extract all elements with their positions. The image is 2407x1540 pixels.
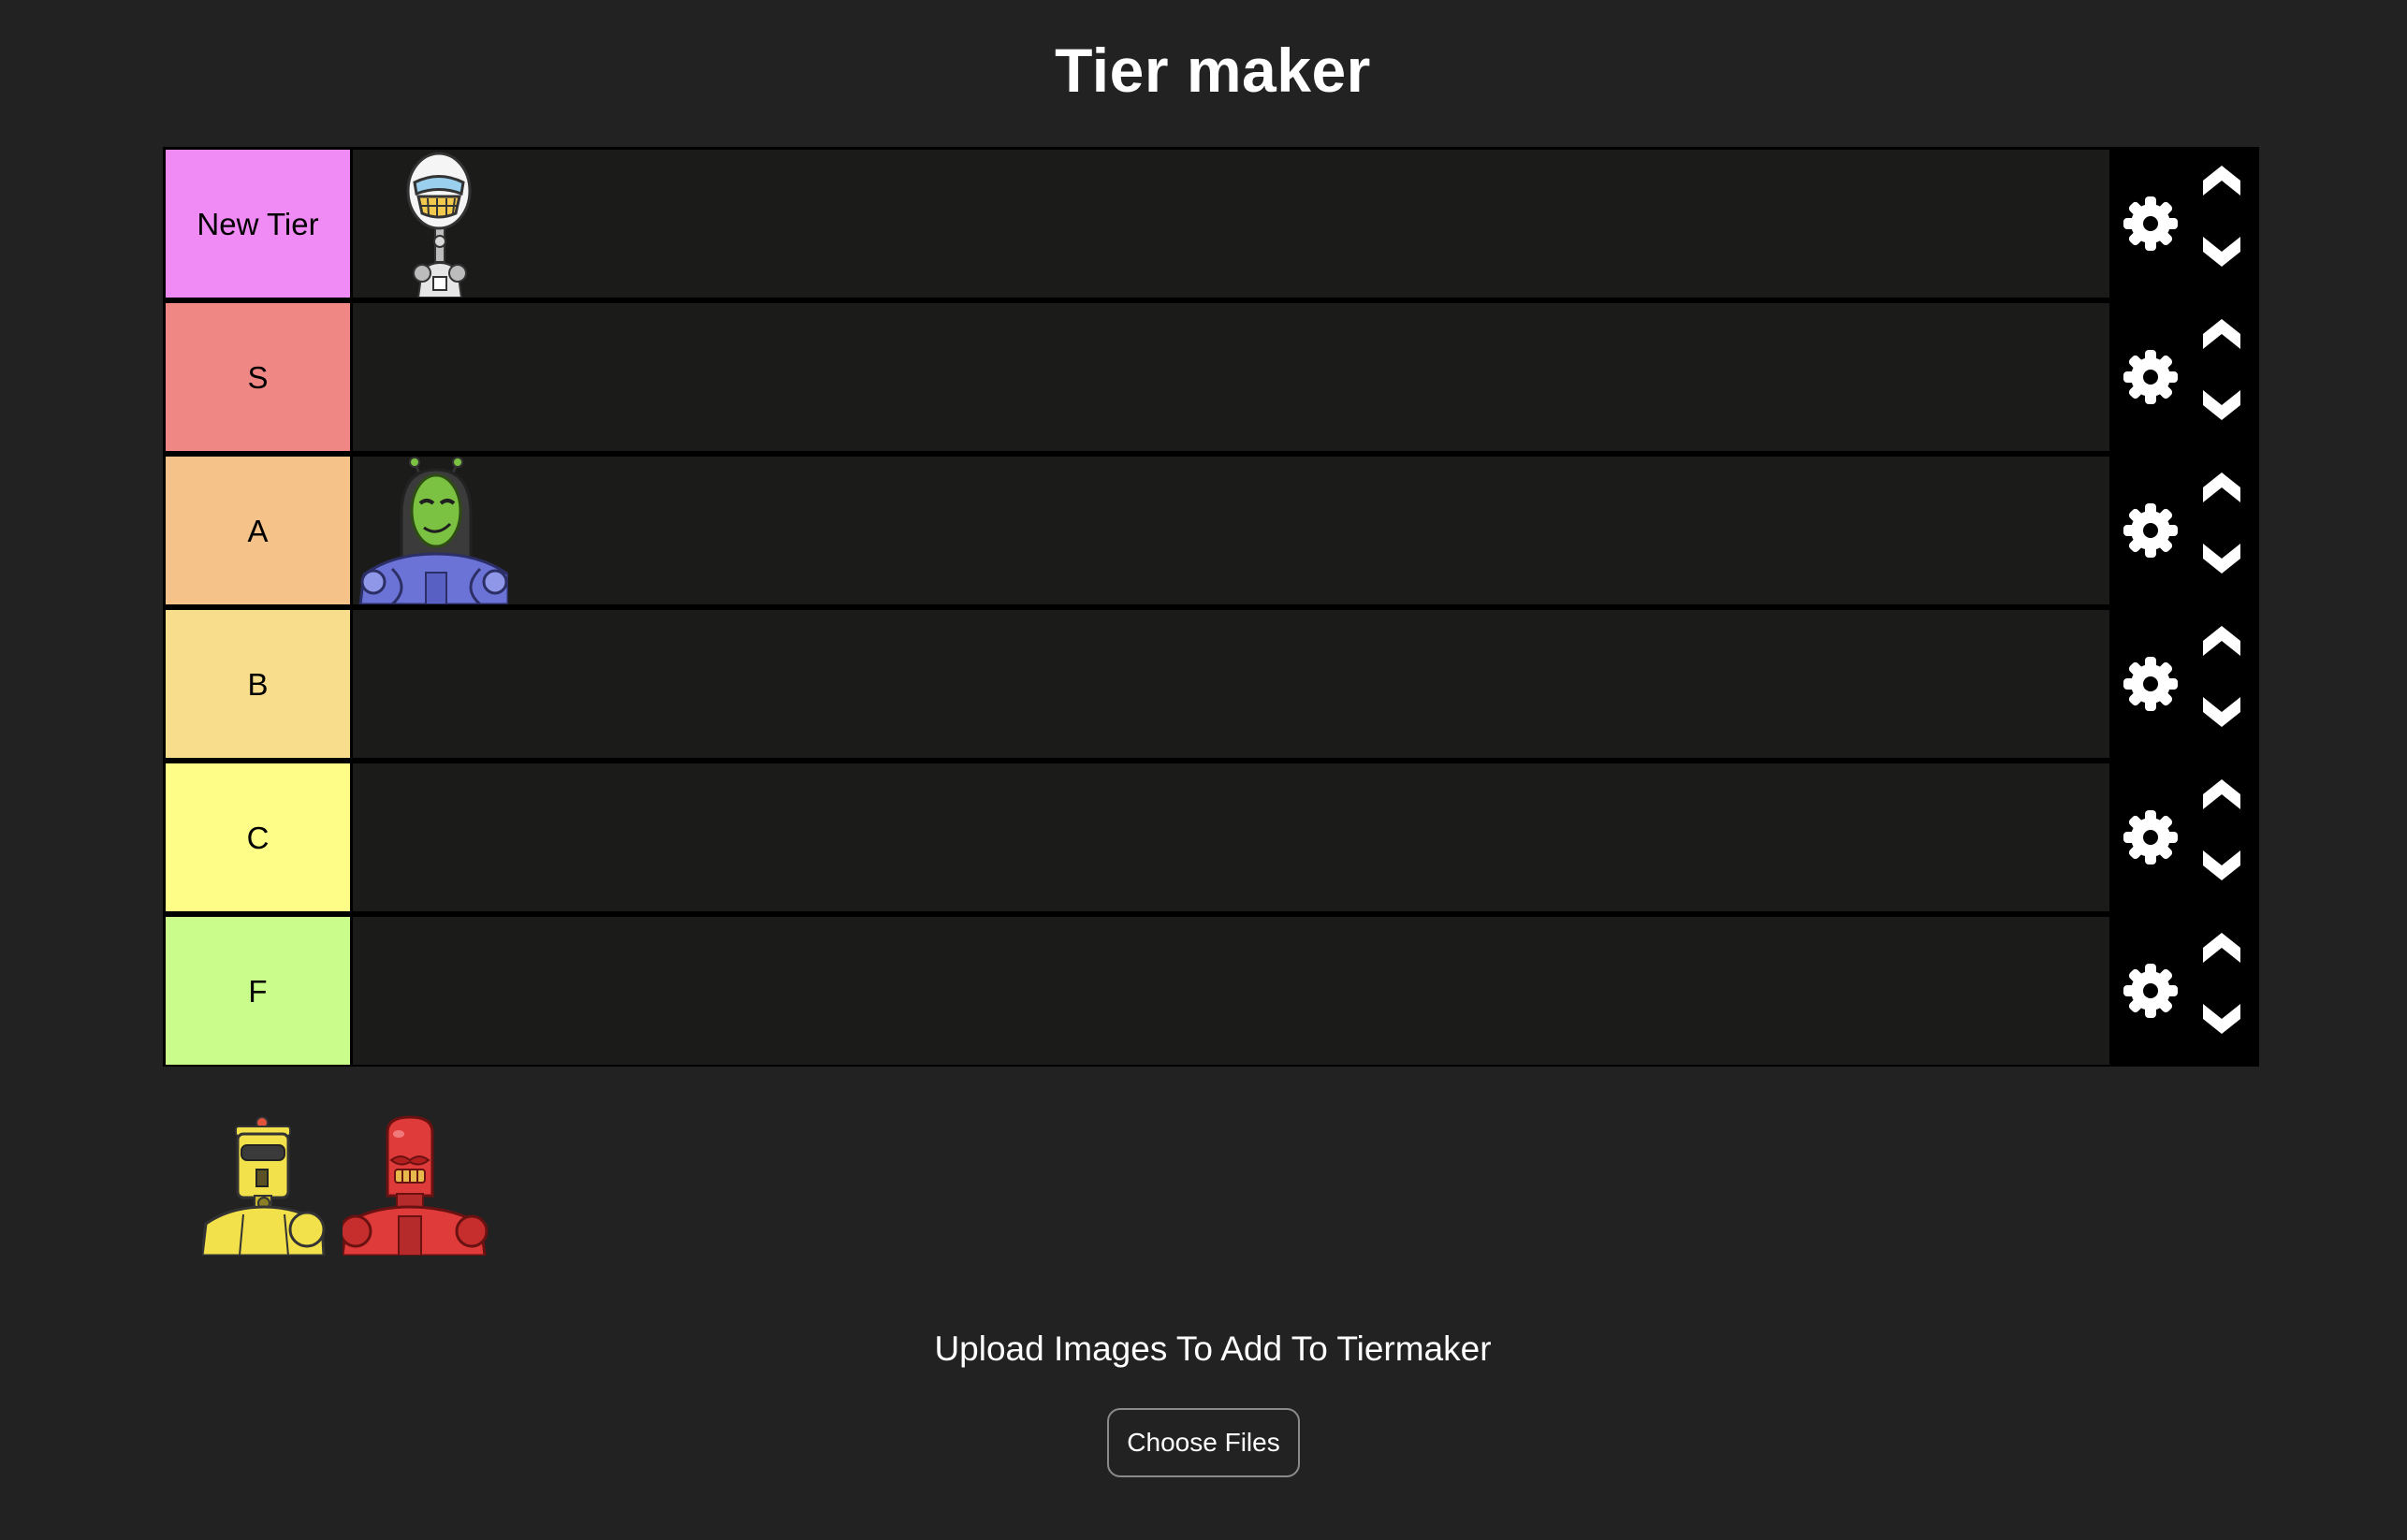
tier-row-s: S: [163, 300, 2259, 451]
chevron-up-icon[interactable]: [2201, 624, 2242, 661]
tier-controls-f: [2109, 914, 2259, 1068]
chevron-down-icon[interactable]: [2201, 385, 2242, 422]
tier-label-b[interactable]: B: [166, 610, 350, 758]
chevron-up-icon[interactable]: [2201, 164, 2242, 201]
chevron-down-icon[interactable]: [2201, 538, 2242, 575]
white-egg-robot-image[interactable]: [362, 150, 516, 298]
page-title: Tier maker: [1055, 36, 1371, 105]
tier-dropzone-a[interactable]: [353, 457, 2109, 604]
tier-dropzone-new-tier[interactable]: [353, 150, 2109, 298]
tier-dropzone-f[interactable]: [353, 917, 2109, 1065]
unranked-image-pool[interactable]: [163, 1113, 2259, 1256]
choose-files-button[interactable]: Choose Files: [1107, 1408, 1300, 1477]
tier-row-f: F: [163, 914, 2259, 1065]
tier-row-b: B: [163, 607, 2259, 758]
tier-dropzone-s[interactable]: [353, 303, 2109, 451]
tier-row-a: A: [163, 454, 2259, 604]
chevron-down-icon[interactable]: [2201, 231, 2242, 269]
chevron-up-icon[interactable]: [2201, 317, 2242, 355]
tier-label-a[interactable]: A: [166, 457, 350, 604]
tier-row-new-tier: New Tier: [163, 147, 2259, 300]
tier-controls-c: [2109, 761, 2259, 914]
red-robot-image[interactable]: [343, 1113, 489, 1256]
gear-icon[interactable]: [2121, 501, 2181, 560]
tier-label-c[interactable]: C: [166, 763, 350, 911]
tier-dropzone-c[interactable]: [353, 763, 2109, 911]
chevron-up-icon[interactable]: [2201, 777, 2242, 815]
tier-label-f[interactable]: F: [166, 917, 350, 1065]
chevron-up-icon[interactable]: [2201, 931, 2242, 968]
gear-icon[interactable]: [2121, 807, 2181, 867]
tier-board: New Tier S A B C F: [163, 147, 2259, 1067]
tier-label-s[interactable]: S: [166, 303, 350, 451]
chevron-down-icon[interactable]: [2201, 998, 2242, 1036]
tier-controls-b: [2109, 607, 2259, 761]
green-alien-robot-image[interactable]: [355, 457, 508, 604]
tier-row-c: C: [163, 761, 2259, 911]
gear-icon[interactable]: [2121, 347, 2181, 407]
chevron-down-icon[interactable]: [2201, 845, 2242, 882]
tier-dropzone-b[interactable]: [353, 610, 2109, 758]
tier-controls-new-tier: [2109, 147, 2259, 300]
upload-label: Upload Images To Add To Tiermaker: [934, 1329, 1492, 1368]
yellow-robot-image[interactable]: [202, 1113, 348, 1256]
tier-controls-s: [2109, 300, 2259, 454]
tier-label-new-tier[interactable]: New Tier: [166, 150, 350, 298]
gear-icon[interactable]: [2121, 194, 2181, 254]
chevron-up-icon[interactable]: [2201, 471, 2242, 508]
gear-icon[interactable]: [2121, 961, 2181, 1021]
gear-icon[interactable]: [2121, 654, 2181, 714]
chevron-down-icon[interactable]: [2201, 691, 2242, 729]
tier-controls-a: [2109, 454, 2259, 607]
